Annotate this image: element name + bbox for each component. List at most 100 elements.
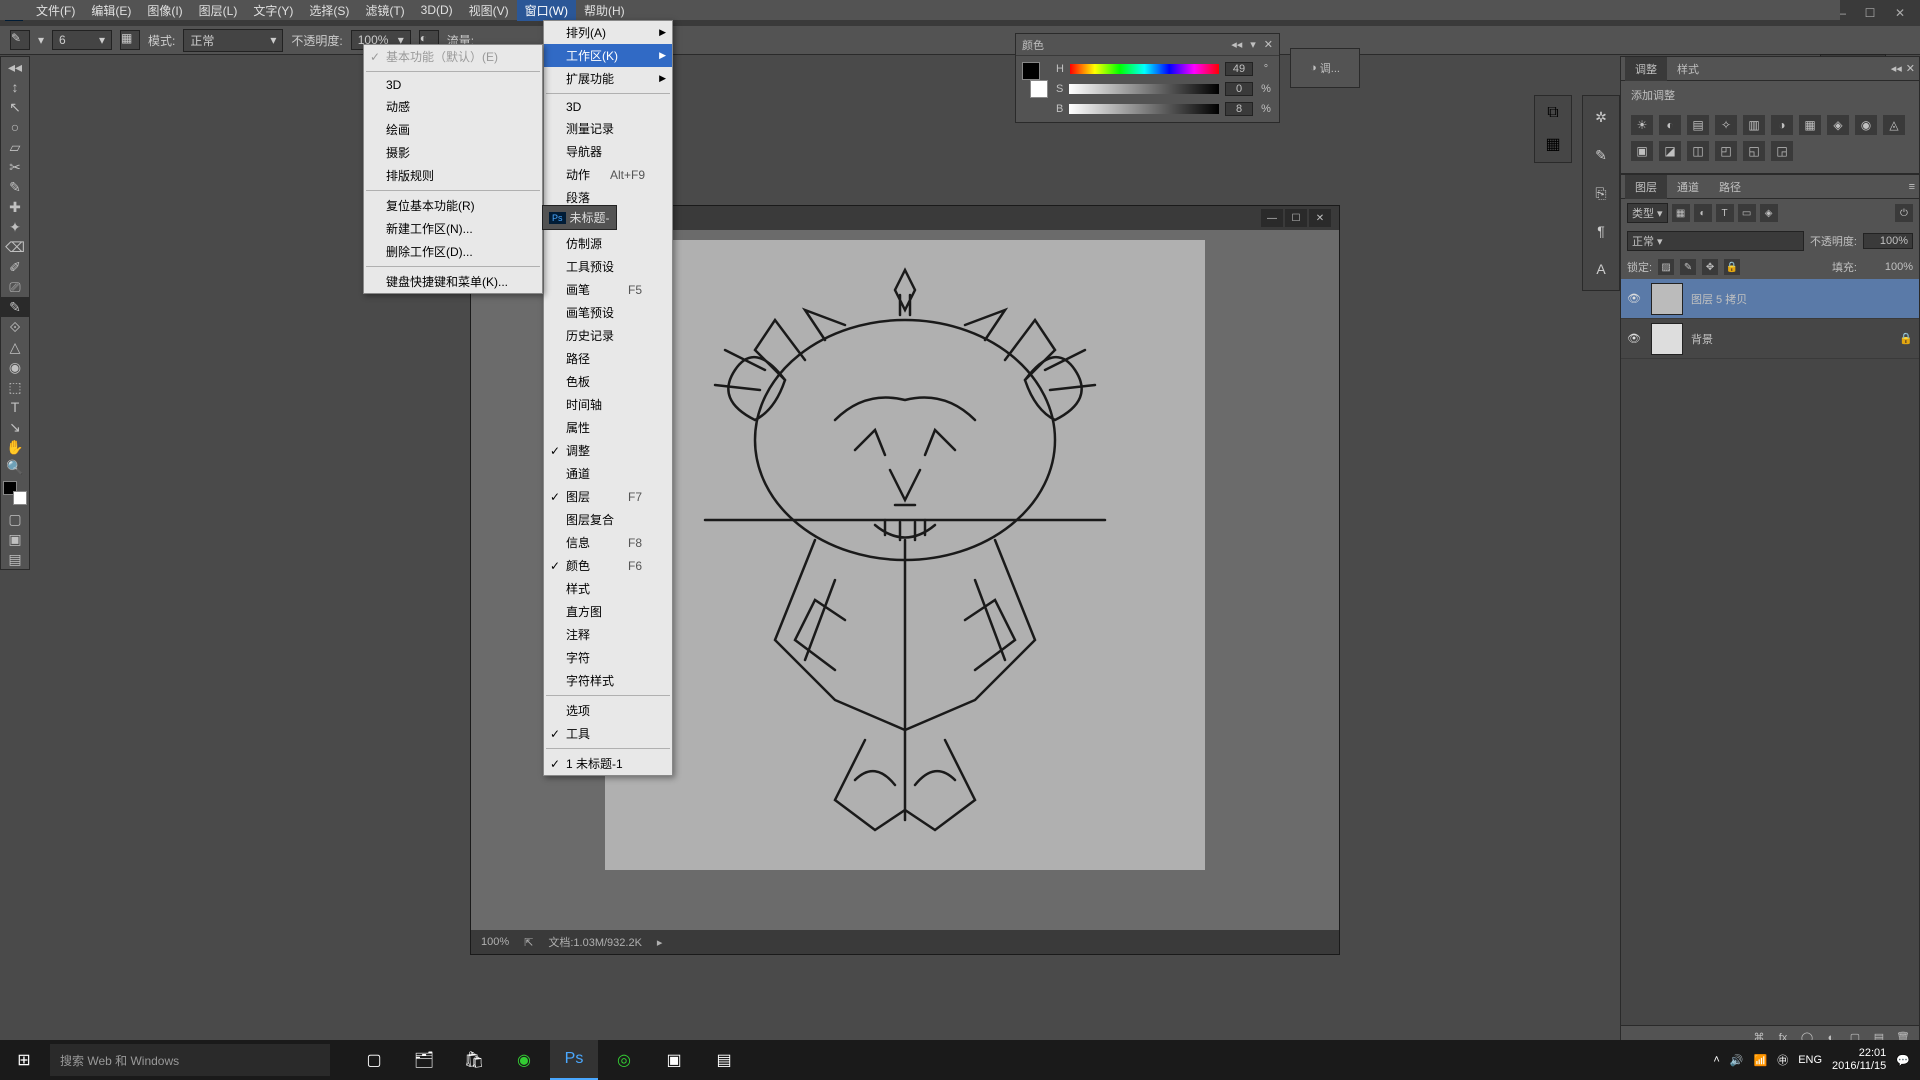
menu-item-画笔预设[interactable]: 画笔预设 (544, 301, 672, 324)
submenu-item-删除工作区(D)...[interactable]: 删除工作区(D)... (364, 240, 542, 263)
tab-channels[interactable]: 通道 (1667, 175, 1709, 199)
menu-item-排列(A)[interactable]: 排列(A)▶ (544, 21, 672, 44)
tool-12[interactable]: ⟐ (1, 317, 29, 337)
brush-panel-icon[interactable]: ▦ (120, 30, 140, 50)
brush-settings-icon[interactable]: ✲ (1588, 104, 1614, 130)
menu-item-3D[interactable]: 3D (544, 97, 672, 117)
tool-3[interactable]: ▱ (1, 137, 29, 157)
adjust-icon-4[interactable]: ▥ (1743, 115, 1765, 135)
bri-slider[interactable] (1069, 104, 1219, 114)
lock-trans-icon[interactable]: ▨ (1658, 259, 1674, 275)
sat-value[interactable]: 0 (1225, 82, 1253, 96)
explorer-icon[interactable]: 🗂 (400, 1040, 448, 1080)
lock-pixel-icon[interactable]: ✎ (1680, 259, 1696, 275)
color-swatch-tools[interactable] (3, 481, 27, 505)
tool-16[interactable]: T (1, 397, 29, 417)
layer-name[interactable]: 图层 5 拷贝 (1691, 291, 1891, 307)
doc-minimize-button[interactable]: — (1261, 209, 1283, 227)
app-icon-1[interactable]: ▣ (650, 1040, 698, 1080)
menu-item-通道[interactable]: 通道 (544, 462, 672, 485)
tool-2[interactable]: ○ (1, 117, 29, 137)
lang-indicator[interactable]: ENG (1798, 1054, 1822, 1066)
menu-item-颜色[interactable]: ✓颜色F6 (544, 554, 672, 577)
menu-item-1 未标题-1[interactable]: ✓1 未标题-1 (544, 752, 672, 775)
menu-文字(Y)[interactable]: 文字(Y) (245, 0, 301, 21)
current-tool-icon[interactable]: ✎ (10, 30, 30, 50)
doc-maximize-button[interactable]: ☐ (1285, 209, 1307, 227)
blend-mode-dropdown[interactable]: 正常▾ (183, 29, 283, 52)
tool-9[interactable]: ✐ (1, 257, 29, 277)
panel-collapse-icon[interactable]: ◂◂ (1231, 38, 1242, 51)
wechat-icon[interactable]: ◉ (500, 1040, 548, 1080)
layer-fill[interactable]: 100% (1863, 261, 1913, 273)
doc-tab-peek[interactable]: Ps未标题- (542, 205, 617, 230)
tools-collapse-icon[interactable]: ◂◂ (1, 57, 29, 77)
adjust-icon-10[interactable]: ▣ (1631, 141, 1653, 161)
start-button[interactable]: ⊞ (0, 1040, 48, 1080)
tool-6[interactable]: ✚ (1, 197, 29, 217)
layer-name[interactable]: 背景 (1691, 331, 1891, 347)
tool-5[interactable]: ✎ (1, 177, 29, 197)
taskbar-search[interactable]: 搜索 Web 和 Windows (50, 1044, 330, 1076)
menu-图层(L)[interactable]: 图层(L) (191, 0, 246, 21)
menu-3D(D)[interactable]: 3D(D) (413, 1, 461, 19)
filter-type-icon[interactable]: T (1716, 204, 1734, 222)
filter-adjust-icon[interactable]: ◐ (1694, 204, 1712, 222)
export-icon[interactable]: ⇱ (524, 936, 533, 949)
bri-value[interactable]: 8 (1225, 102, 1253, 116)
submenu-item-绘画[interactable]: 绘画 (364, 118, 542, 141)
screenmode-2[interactable]: ▤ (1, 549, 29, 569)
tool-15[interactable]: ⬚ (1, 377, 29, 397)
menu-item-导航器[interactable]: 导航器 (544, 140, 672, 163)
adjust-icon-9[interactable]: ◬ (1883, 115, 1905, 135)
zoom-level[interactable]: 100% (481, 936, 509, 948)
tool-8[interactable]: ⌫ (1, 237, 29, 257)
blend-mode-select[interactable]: 正常 ▾ (1627, 231, 1804, 251)
menu-item-测量记录[interactable]: 测量记录 (544, 117, 672, 140)
filter-toggle-icon[interactable]: ⏻ (1895, 204, 1913, 222)
adjust-icon-7[interactable]: ◈ (1827, 115, 1849, 135)
adjust-icon-14[interactable]: ◱ (1743, 141, 1765, 161)
paragraph-icon[interactable]: ¶ (1588, 218, 1614, 244)
sat-slider[interactable] (1069, 84, 1219, 94)
submenu-item-动感[interactable]: 动感 (364, 95, 542, 118)
adjust-icon-13[interactable]: ◰ (1715, 141, 1737, 161)
adjust-icon-11[interactable]: ◪ (1659, 141, 1681, 161)
tool-18[interactable]: ✋ (1, 437, 29, 457)
layer-thumb[interactable] (1651, 323, 1683, 355)
panel-close-icon[interactable]: ✕ (1264, 38, 1273, 51)
tool-7[interactable]: ✦ (1, 217, 29, 237)
panel-collapse-icon[interactable]: ◂◂ (1891, 62, 1902, 75)
action-center-icon[interactable]: 💬 (1896, 1054, 1910, 1067)
visibility-icon[interactable]: 👁 (1627, 332, 1643, 345)
submenu-item-键盘快捷键和菜单(K)...[interactable]: 键盘快捷键和菜单(K)... (364, 270, 542, 293)
adjust-float-icon[interactable]: ◑ 调... (1290, 48, 1360, 88)
volume-icon[interactable]: 🔊 (1730, 1054, 1744, 1067)
screenmode-0[interactable]: ▢ (1, 509, 29, 529)
filter-smart-icon[interactable]: ◈ (1760, 204, 1778, 222)
menu-图像(I)[interactable]: 图像(I) (139, 0, 190, 21)
menu-item-时间轴[interactable]: 时间轴 (544, 393, 672, 416)
layer-thumb[interactable] (1651, 283, 1683, 315)
submenu-item-3D[interactable]: 3D (364, 75, 542, 95)
store-icon[interactable]: 🛍 (450, 1040, 498, 1080)
adjust-icon-2[interactable]: ▤ (1687, 115, 1709, 135)
lock-pos-icon[interactable]: ✥ (1702, 259, 1718, 275)
submenu-item-新建工作区(N)...[interactable]: 新建工作区(N)... (364, 217, 542, 240)
menu-item-字符样式[interactable]: 字符样式 (544, 669, 672, 692)
layer-opacity[interactable]: 100% (1863, 233, 1913, 249)
filter-pixel-icon[interactable]: ▦ (1672, 204, 1690, 222)
menu-窗口(W)[interactable]: 窗口(W) (517, 0, 576, 21)
tab-paths[interactable]: 路径 (1709, 175, 1751, 199)
menu-item-工作区(K)[interactable]: 工作区(K)▶ (544, 44, 672, 67)
tool-13[interactable]: △ (1, 337, 29, 357)
tool-14[interactable]: ◉ (1, 357, 29, 377)
tool-17[interactable]: ↘ (1, 417, 29, 437)
menu-item-图层[interactable]: ✓图层F7 (544, 485, 672, 508)
submenu-item-基本功能（默认）(E)[interactable]: ✓基本功能（默认）(E) (364, 45, 542, 68)
character-icon[interactable]: A (1588, 256, 1614, 282)
adjust-icon-5[interactable]: ◑ (1771, 115, 1793, 135)
swatches-icon[interactable]: ▦ (1545, 134, 1560, 154)
menu-item-图层复合[interactable]: 图层复合 (544, 508, 672, 531)
menu-item-工具[interactable]: ✓工具 (544, 722, 672, 745)
